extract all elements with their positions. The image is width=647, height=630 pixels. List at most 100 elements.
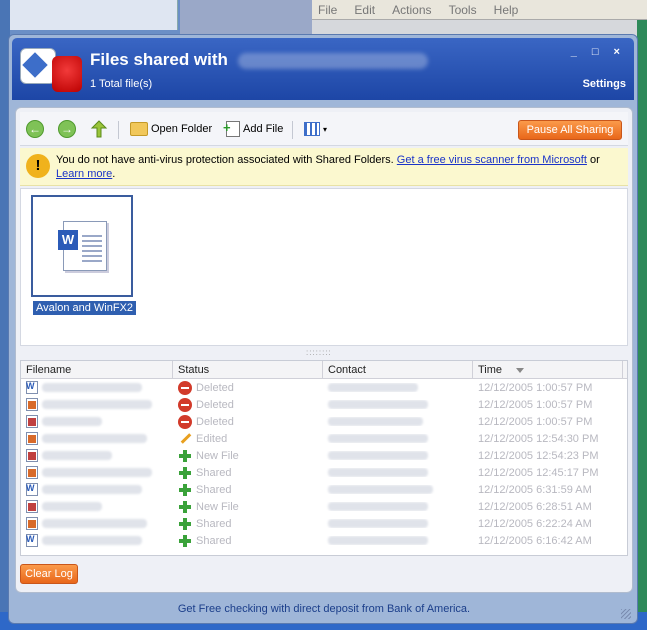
background-menubar: File Edit Actions Tools Help — [312, 0, 647, 20]
word-file-icon — [26, 534, 38, 547]
col-contact-header[interactable]: Contact — [323, 361, 473, 378]
filename-redacted — [42, 519, 147, 528]
log-row[interactable]: Deleted 12/12/2005 1:00:57 PM — [21, 396, 627, 413]
log-row[interactable]: Edited 12/12/2005 12:54:30 PM — [21, 430, 627, 447]
added-icon — [178, 449, 192, 463]
log-status-text: New File — [196, 449, 239, 462]
forward-button[interactable]: → — [58, 119, 76, 139]
log-status-text: Deleted — [196, 381, 234, 394]
bg-menu-help[interactable]: Help — [494, 0, 519, 20]
total-files-count: 1 Total file(s) — [90, 78, 153, 90]
shared-file-tile[interactable]: W — [31, 195, 133, 297]
word-document-icon: W — [58, 221, 107, 271]
col-filename-header[interactable]: Filename — [21, 361, 173, 378]
log-row[interactable]: New File 12/12/2005 6:28:51 AM — [21, 498, 627, 515]
filename-redacted — [42, 383, 142, 392]
log-time-cell: 12/12/2005 12:45:17 PM — [478, 466, 599, 479]
edited-icon — [178, 432, 192, 446]
open-folder-button[interactable]: Open Folder — [130, 119, 212, 139]
add-file-button[interactable]: Add File — [223, 119, 283, 139]
log-status-cell: Shared — [173, 517, 323, 531]
log-status-cell: Deleted — [173, 380, 323, 395]
contact-redacted — [328, 400, 428, 409]
contact-redacted — [328, 502, 428, 511]
added-icon — [178, 517, 192, 531]
log-filename-cell — [21, 432, 173, 445]
pause-all-sharing-button[interactable]: Pause All Sharing — [518, 120, 622, 140]
log-contact-cell — [323, 519, 473, 528]
warning-text: You do not have anti-virus protection as… — [56, 154, 397, 166]
resize-grip[interactable] — [621, 609, 631, 619]
log-time-cell: 12/12/2005 6:31:59 AM — [478, 483, 592, 496]
splitter-grip[interactable]: :::::::: — [306, 348, 332, 357]
log-row[interactable]: Shared 12/12/2005 6:22:24 AM — [21, 515, 627, 532]
bg-menu-tools[interactable]: Tools — [449, 0, 477, 20]
log-contact-cell — [323, 417, 473, 426]
image-file-icon — [26, 398, 38, 411]
settings-link[interactable]: Settings — [583, 78, 626, 90]
bg-menu-actions[interactable]: Actions — [392, 0, 431, 20]
col-status-header[interactable]: Status — [173, 361, 323, 378]
log-row[interactable]: Shared 12/12/2005 6:31:59 AM — [21, 481, 627, 498]
contact-redacted — [328, 519, 428, 528]
log-filename-cell — [21, 398, 173, 411]
back-button[interactable]: ← — [26, 119, 44, 139]
app-icon — [20, 48, 56, 84]
contact-redacted — [328, 383, 418, 392]
get-virus-scanner-link[interactable]: Get a free virus scanner from Microsoft — [397, 154, 587, 166]
contact-redacted — [328, 451, 428, 460]
log-row[interactable]: Deleted 12/12/2005 1:00:57 PM — [21, 379, 627, 396]
log-status-cell: Edited — [173, 432, 323, 446]
log-status-text: Shared — [196, 517, 232, 530]
log-contact-cell — [323, 485, 473, 494]
warning-icon: ! — [26, 154, 50, 178]
filename-redacted — [42, 536, 142, 545]
log-row[interactable]: Shared 12/12/2005 6:16:42 AM — [21, 532, 627, 549]
bg-menu-file[interactable]: File — [318, 0, 337, 20]
log-filename-cell — [21, 534, 173, 547]
forward-arrow-icon: → — [58, 120, 76, 138]
log-contact-cell — [323, 400, 473, 409]
window-controls[interactable]: _ □ × — [571, 46, 626, 58]
word-file-icon — [26, 483, 38, 496]
log-time-cell: 12/12/2005 1:00:57 PM — [478, 398, 593, 411]
log-status-cell: Shared — [173, 534, 323, 548]
log-row[interactable]: Deleted 12/12/2005 1:00:57 PM — [21, 413, 627, 430]
bg-menu-edit[interactable]: Edit — [354, 0, 375, 20]
log-contact-cell — [323, 536, 473, 545]
image-file-icon — [26, 466, 38, 479]
clear-log-button[interactable]: Clear Log — [20, 564, 78, 584]
log-contact-cell — [323, 502, 473, 511]
contact-name-redacted — [238, 53, 428, 69]
word-file-icon — [26, 381, 38, 394]
toolbar: ← → Open Folder Add File ▾ — [20, 112, 628, 146]
log-time-cell: 12/12/2005 12:54:30 PM — [478, 432, 599, 445]
log-filename-cell — [21, 500, 173, 513]
shared-file-name[interactable]: Avalon and WinFX2 — [33, 301, 137, 315]
log-status-cell: New File — [173, 500, 323, 514]
log-filename-cell — [21, 415, 173, 428]
log-status-text: Shared — [196, 483, 232, 496]
title-bar[interactable]: Files shared with 1 Total file(s) _ □ × … — [12, 38, 634, 100]
warning-or: or — [586, 154, 600, 166]
up-folder-button[interactable] — [90, 119, 108, 139]
learn-more-link[interactable]: Learn more — [56, 168, 112, 180]
filename-redacted — [42, 468, 152, 477]
warning-period: . — [112, 168, 116, 180]
log-row[interactable]: Shared 12/12/2005 12:45:17 PM — [21, 464, 627, 481]
warning-message: You do not have anti-virus protection as… — [56, 153, 620, 181]
picture-file-icon — [26, 415, 38, 428]
col-time-header[interactable]: Time — [473, 361, 623, 378]
added-icon — [178, 483, 192, 497]
up-arrow-icon — [90, 120, 108, 138]
ad-banner-link[interactable]: Get Free checking with direct deposit fr… — [9, 603, 639, 615]
log-time-cell: 12/12/2005 1:00:57 PM — [478, 415, 593, 428]
filename-redacted — [42, 417, 102, 426]
log-row[interactable]: New File 12/12/2005 12:54:23 PM — [21, 447, 627, 464]
view-options-button[interactable]: ▾ — [304, 119, 327, 139]
image-file-icon — [26, 517, 38, 530]
picture-file-icon — [26, 500, 38, 513]
activity-log: Filename Status Contact Time Deleted 12/1… — [20, 360, 628, 556]
contact-redacted — [328, 468, 428, 477]
log-filename-cell — [21, 517, 173, 530]
